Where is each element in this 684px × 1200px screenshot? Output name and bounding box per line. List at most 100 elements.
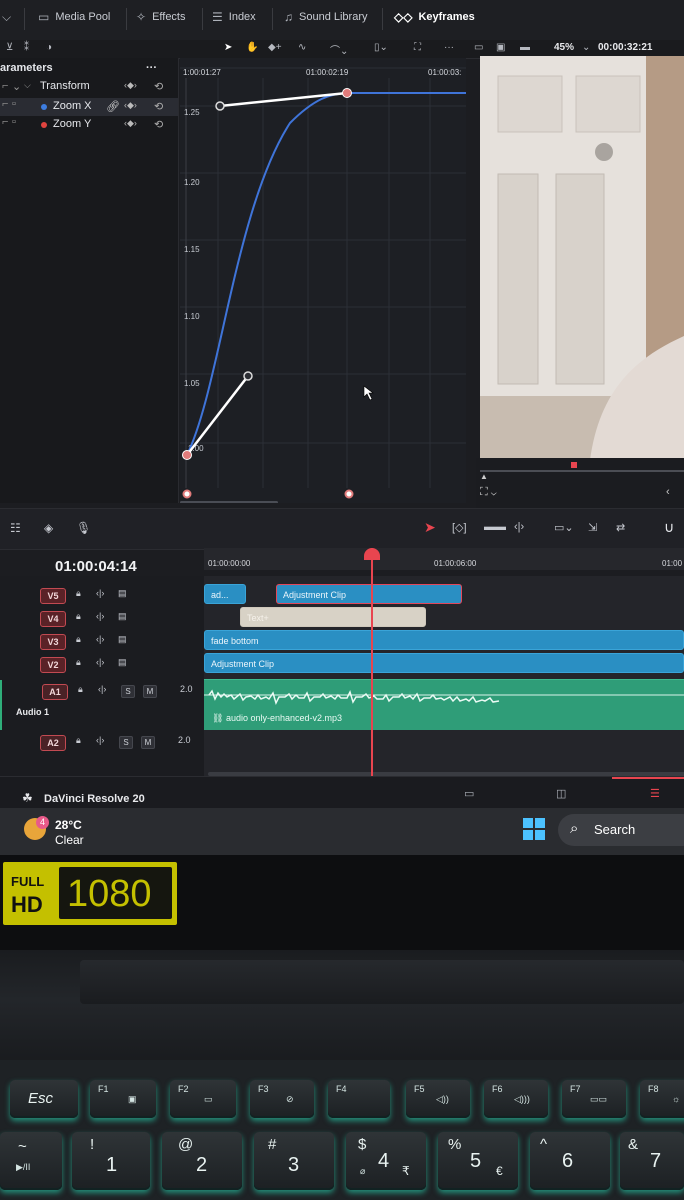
- viewer-zoom-level[interactable]: 45%: [554, 42, 574, 53]
- key-4[interactable]: $4 ⌀ ₹: [346, 1132, 426, 1190]
- text-clip[interactable]: Text+: [240, 607, 426, 627]
- timeline-clip[interactable]: fade bottom: [204, 630, 684, 650]
- trim-tool-icon[interactable]: [◇]: [452, 521, 467, 534]
- dynamic-trim-icon[interactable]: ▬▬: [484, 521, 506, 533]
- hand-tool-icon[interactable]: ✋: [246, 42, 258, 53]
- add-keyframe-icon[interactable]: ◆+: [268, 42, 282, 53]
- lock-icon[interactable]: ⌐: [2, 80, 8, 92]
- scrub-track[interactable]: [480, 470, 684, 472]
- disable-track-icon[interactable]: ▤: [118, 588, 127, 599]
- edit-page-icon[interactable]: ☰: [650, 787, 660, 800]
- key-5[interactable]: % 5 €: [438, 1132, 518, 1190]
- zoom-y-row[interactable]: ⌐ ▫ Zoom Y ‹◆› ⟲: [0, 116, 178, 134]
- key-2[interactable]: @2: [162, 1132, 242, 1190]
- cut-page-icon[interactable]: ◫: [556, 787, 566, 800]
- lock-icon[interactable]: 🔒︎: [76, 611, 81, 622]
- track-label-v4[interactable]: V4: [40, 611, 66, 627]
- windows-start-icon[interactable]: [523, 818, 545, 840]
- curve-graph-svg[interactable]: 1:00:01:27 01:00:02:19 01:00:03: 1.25 1.…: [180, 58, 466, 504]
- weather-condition[interactable]: Clear: [55, 833, 84, 847]
- keyframe-point[interactable]: [342, 88, 352, 98]
- key-f6[interactable]: F6 ◁))): [484, 1080, 548, 1118]
- transform-overlay-icon[interactable]: ⛶ ⌄: [480, 486, 497, 499]
- keyframe-marker[interactable]: [344, 489, 354, 499]
- timeline-ruler[interactable]: 01:00:00:00 01:00:06:00 01:00: [204, 548, 684, 570]
- keyframe-curve-graph[interactable]: 1:00:01:27 01:00:02:19 01:00:03: 1.25 1.…: [180, 58, 466, 504]
- key-7[interactable]: & 7: [620, 1132, 684, 1190]
- key-f1[interactable]: F1 ▣: [90, 1080, 156, 1118]
- lock-icon[interactable]: 🔒︎: [76, 657, 81, 668]
- key-f3[interactable]: F3 ⊘: [250, 1080, 314, 1118]
- lock-icon[interactable]: 🔒︎: [78, 684, 83, 695]
- key-f4[interactable]: F4: [328, 1080, 390, 1118]
- effects-button[interactable]: ✧ Effects: [136, 10, 186, 24]
- panel-toggle-icon[interactable]: ⌵: [2, 10, 11, 25]
- key-1[interactable]: ! 1: [72, 1132, 150, 1190]
- toggle-icon[interactable]: ◑: [46, 42, 52, 53]
- bezier-handle-in[interactable]: [219, 91, 348, 108]
- mute-button[interactable]: M: [143, 685, 157, 698]
- timeline-clip[interactable]: ad...: [204, 584, 246, 604]
- more-options-icon[interactable]: ···: [444, 42, 454, 53]
- timeline-clip-selected[interactable]: Adjustment Clip: [276, 584, 462, 604]
- zoom-chevron-icon[interactable]: ⌄: [582, 42, 590, 53]
- key-f5[interactable]: F5 ◁)): [406, 1080, 470, 1118]
- curve-icon[interactable]: ▫: [12, 98, 16, 110]
- graph-scrollbar[interactable]: [180, 501, 278, 504]
- reset-icon[interactable]: ⟲: [154, 80, 163, 93]
- auto-select-icon[interactable]: ‹|›: [96, 657, 104, 667]
- key-f8[interactable]: F8 ☼: [640, 1080, 684, 1118]
- overwrite-clip-icon[interactable]: ⇲: [588, 521, 597, 534]
- key-esc[interactable]: Esc: [10, 1080, 78, 1118]
- microphone-icon[interactable]: 🎙︎: [76, 521, 91, 535]
- easing-icon[interactable]: ⌒⌄: [330, 42, 348, 57]
- solo-button[interactable]: S: [121, 685, 135, 698]
- reset-icon[interactable]: ⟲: [154, 100, 163, 113]
- zoom-x-row[interactable]: ⌐ ▫ Zoom X 🔗︎ ‹◆› ⟲: [0, 98, 178, 116]
- key-f2[interactable]: F2 ▭: [170, 1080, 236, 1118]
- audio-clip[interactable]: ⛓︎ audio only-enhanced-v2.mp3: [204, 679, 684, 730]
- media-pool-button[interactable]: ▭ Media Pool: [38, 10, 110, 24]
- key-6[interactable]: ^ 6: [530, 1132, 610, 1190]
- timeline-view-options-icon[interactable]: ☷: [10, 521, 21, 535]
- media-page-icon[interactable]: ▭: [464, 787, 474, 800]
- index-button[interactable]: ☰ Index: [212, 10, 256, 24]
- track-label-v5[interactable]: V5: [40, 588, 66, 604]
- auto-select-icon[interactable]: ‹|›: [96, 634, 104, 644]
- transform-group-row[interactable]: ⌐ ⌄ ⌵ Transform ‹◆› ⟲: [0, 80, 178, 98]
- keyframe-view-icon[interactable]: ◈: [44, 521, 53, 535]
- dual-viewer-icon[interactable]: ▣: [496, 42, 505, 53]
- timeline-clip[interactable]: Adjustment Clip: [204, 653, 684, 673]
- scrub-start-marker[interactable]: ▲: [480, 472, 488, 481]
- keyframe-nav-icon[interactable]: ‹◆›: [124, 118, 137, 129]
- bezier-handle-point[interactable]: [243, 371, 253, 381]
- auto-select-icon[interactable]: ‹|›: [98, 684, 106, 694]
- lock-icon[interactable]: ⌐: [2, 98, 8, 110]
- lock-icon[interactable]: ⌐: [2, 116, 8, 128]
- fit-icon[interactable]: ⛶: [414, 42, 421, 53]
- lock-icon[interactable]: 🔒︎: [76, 588, 81, 599]
- cinema-viewer-icon[interactable]: ▬: [520, 42, 530, 53]
- sound-library-button[interactable]: ♫ Sound Library: [284, 10, 368, 24]
- filter-icon[interactable]: ⊻: [6, 42, 13, 53]
- lock-icon[interactable]: 🔒︎: [76, 735, 81, 746]
- blade-tool-icon[interactable]: ‹|›: [514, 521, 524, 533]
- more-options-icon[interactable]: ···: [146, 62, 157, 74]
- disable-track-icon[interactable]: ▤: [118, 611, 127, 622]
- keyframe-nav-icon[interactable]: ‹◆›: [124, 100, 137, 111]
- keyframes-button[interactable]: ◇◇ Keyframes: [394, 10, 475, 24]
- keyframe-nav-icon[interactable]: ‹◆›: [124, 80, 137, 91]
- key-tilde[interactable]: ~ ▶/II: [0, 1132, 62, 1190]
- tree-icon[interactable]: ⁑: [24, 42, 29, 53]
- chevron-down-icon[interactable]: ⌄: [12, 80, 21, 93]
- mute-button[interactable]: M: [141, 736, 155, 749]
- snapping-magnet-icon[interactable]: ∪: [664, 519, 674, 536]
- track-label-a2[interactable]: A2: [40, 735, 66, 751]
- scrub-playhead[interactable]: [571, 462, 577, 468]
- auto-select-icon[interactable]: ‹|›: [96, 611, 104, 621]
- replace-clip-icon[interactable]: ⇄: [616, 521, 625, 534]
- solo-button[interactable]: S: [119, 736, 133, 749]
- curve-tool-icon[interactable]: ∿: [298, 42, 306, 53]
- disable-track-icon[interactable]: ▤: [118, 657, 127, 668]
- taskbar-search-box[interactable]: ⌕ Search: [558, 814, 684, 846]
